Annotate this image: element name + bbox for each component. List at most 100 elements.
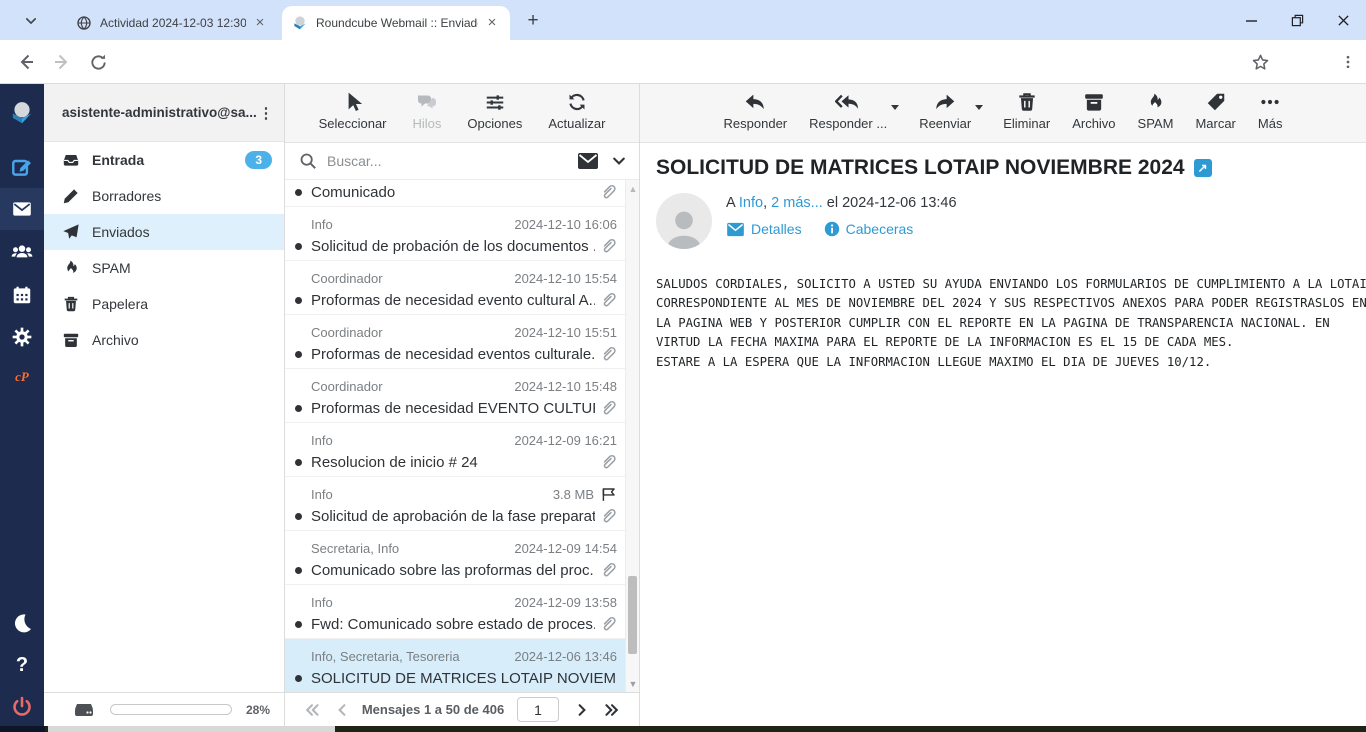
logout-power-icon[interactable] (0, 686, 44, 728)
details-toggle[interactable]: Detalles (726, 221, 802, 237)
tab-bar: Actividad 2024-12-03 12:30:00 × Roundcub… (0, 0, 1366, 40)
close-tab-icon[interactable]: × (252, 15, 268, 31)
list-item[interactable]: Comunicado (285, 180, 625, 207)
search-scope-mail-icon[interactable] (577, 152, 599, 170)
roundcube-logo[interactable] (0, 92, 44, 134)
app-rail: cP ? (0, 84, 44, 726)
more-button[interactable]: Más (1258, 91, 1283, 142)
tab-roundcube[interactable]: Roundcube Webmail :: Enviados × (282, 6, 510, 40)
list-item[interactable]: Info2024-12-09 16:21 Resolucion de inici… (285, 423, 625, 477)
scroll-down-icon[interactable]: ▼ (628, 679, 638, 689)
first-page-icon[interactable] (297, 702, 327, 718)
folder-borradores[interactable]: Borradores (44, 178, 284, 214)
account-menu-icon[interactable]: ⋮ (256, 104, 276, 122)
unread-dot (295, 243, 302, 250)
server-disk-icon (72, 700, 96, 720)
paperclip-icon (599, 291, 617, 309)
flag-icon[interactable] (600, 486, 617, 503)
reply-all-button[interactable]: Responder ... (809, 91, 887, 142)
flame-icon (62, 259, 80, 277)
list-item[interactable]: Secretaria, Info2024-12-09 14:54 Comunic… (285, 531, 625, 585)
mark-button[interactable]: Marcar (1195, 91, 1235, 142)
next-page-icon[interactable] (567, 702, 597, 718)
unread-dot (295, 567, 302, 574)
message-list: Comunicado Info2024-12-10 16:06 Solicitu… (285, 180, 625, 693)
help-icon[interactable]: ? (0, 644, 44, 686)
dark-mode-moon-icon[interactable] (0, 602, 44, 644)
prev-page-icon[interactable] (327, 702, 357, 718)
window-minimize-button[interactable] (1228, 0, 1274, 40)
tab-actividad[interactable]: Actividad 2024-12-03 12:30:00 × (66, 6, 278, 40)
tab-search-chevron-icon[interactable] (18, 10, 44, 32)
archive-button[interactable]: Archivo (1072, 91, 1115, 142)
last-page-icon[interactable] (597, 702, 627, 718)
message-list-pane: Seleccionar Hilos Opciones Actualizar (285, 84, 640, 726)
search-options-chevron-icon[interactable] (611, 153, 627, 169)
browser-menu-icon[interactable] (1334, 48, 1362, 76)
scrollbar-thumb[interactable] (628, 576, 637, 654)
back-button[interactable] (12, 48, 40, 76)
account-header[interactable]: asistente-administrativo@sa... ⋮ (44, 84, 284, 142)
recipient-link[interactable]: Info (739, 195, 763, 211)
window-close-button[interactable] (1320, 0, 1366, 40)
account-email: asistente-administrativo@sa... (62, 105, 256, 120)
reply-button[interactable]: Responder (724, 91, 788, 142)
unread-dot (295, 459, 302, 466)
spam-button[interactable]: SPAM (1138, 91, 1174, 142)
search-bar (285, 143, 639, 180)
folder-enviados[interactable]: Enviados (44, 214, 284, 250)
folder-papelera[interactable]: Papelera (44, 286, 284, 322)
cpanel-icon[interactable]: cP (0, 356, 44, 398)
bookmark-star-icon[interactable] (1246, 48, 1274, 76)
list-scrollbar[interactable]: ▲ ▼ (625, 180, 639, 693)
list-item[interactable]: Coordinador2024-12-10 15:54 Proformas de… (285, 261, 625, 315)
pagination-bar: Mensajes 1 a 50 de 406 (285, 692, 639, 726)
reply-all-dropdown-caret[interactable] (891, 105, 899, 110)
close-tab-icon[interactable]: × (484, 15, 500, 31)
scroll-up-icon[interactable]: ▲ (628, 184, 638, 194)
list-item-selected[interactable]: Info, Secretaria, Tesoreria2024-12-06 13… (285, 639, 625, 693)
calendar-nav-icon[interactable] (0, 274, 44, 316)
forward-button[interactable]: Reenviar (919, 91, 971, 142)
reload-button[interactable] (84, 48, 112, 76)
list-item[interactable]: Info2024-12-10 16:06 Solicitud de probac… (285, 207, 625, 261)
more-recipients-link[interactable]: 2 más... (771, 195, 823, 211)
contacts-nav-icon[interactable] (0, 232, 44, 274)
search-icon[interactable] (299, 152, 317, 170)
headers-toggle[interactable]: Cabeceras (824, 221, 914, 237)
folder-entrada[interactable]: Entrada 3 (44, 142, 284, 178)
paperclip-icon (599, 183, 617, 201)
search-input[interactable] (327, 153, 577, 169)
select-button[interactable]: Seleccionar (319, 91, 387, 142)
quota-percent: 28% (246, 703, 270, 717)
threads-button[interactable]: Hilos (413, 91, 442, 142)
compose-button[interactable] (0, 146, 44, 188)
list-item[interactable]: Coordinador2024-12-10 15:51 Proformas de… (285, 315, 625, 369)
paperclip-icon (599, 615, 617, 633)
forward-button[interactable] (48, 48, 76, 76)
refresh-button[interactable]: Actualizar (548, 91, 605, 142)
new-tab-button[interactable]: + (520, 9, 546, 33)
list-item[interactable]: Coordinador2024-12-10 15:48 Proformas de… (285, 369, 625, 423)
unread-dot (295, 189, 302, 196)
open-in-new-window-icon[interactable]: ↗ (1194, 159, 1212, 177)
list-item[interactable]: Info 3.8 MB Solicitud de aprobación de l… (285, 477, 625, 531)
list-item[interactable]: Info2024-12-09 13:58 Fwd: Comunicado sob… (285, 585, 625, 639)
delete-button[interactable]: Eliminar (1003, 91, 1050, 142)
unread-dot (295, 513, 302, 520)
message-toolbar: Responder Responder ... Reenviar Elimina… (640, 84, 1366, 143)
folder-archivo[interactable]: Archivo (44, 322, 284, 358)
window-restore-button[interactable] (1274, 0, 1320, 40)
pencil-icon (62, 187, 80, 205)
options-button[interactable]: Opciones (467, 91, 522, 142)
folder-spam[interactable]: SPAM (44, 250, 284, 286)
paperclip-icon (599, 399, 617, 417)
paper-plane-icon (62, 223, 80, 241)
forward-dropdown-caret[interactable] (975, 105, 983, 110)
mail-nav-icon[interactable] (0, 188, 44, 230)
settings-gear-icon[interactable] (0, 316, 44, 358)
recipients-line: A Info, 2 más... el 2024-12-06 13:46 (726, 195, 957, 211)
message-body: SALUDOS CORDIALES, SOLICITO A USTED SU A… (656, 275, 1356, 372)
quota-bar: 28% (44, 692, 284, 726)
page-number-input[interactable] (517, 697, 559, 722)
